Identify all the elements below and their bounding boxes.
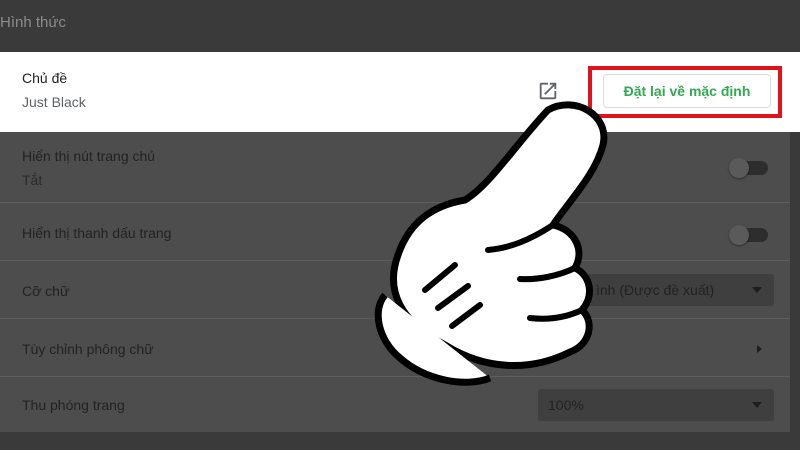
show-home-button-status: Tắt <box>22 172 43 188</box>
show-home-button-toggle[interactable] <box>729 158 768 178</box>
show-bookmarks-bar-label: Hiển thị thanh dấu trang <box>22 225 172 241</box>
appearance-section-header: Hình thức <box>0 0 800 50</box>
page-zoom-dropdown[interactable]: 100% <box>538 389 774 421</box>
chevron-down-icon <box>752 402 762 408</box>
theme-value: Just Black <box>22 94 86 110</box>
hand-pointer-icon <box>374 101 608 386</box>
section-title: Hình thức <box>0 14 66 31</box>
toggle-knob <box>729 158 749 178</box>
font-size-label: Cỡ chữ <box>22 283 70 299</box>
customize-fonts-label: Tùy chỉnh phông chữ <box>22 341 154 357</box>
show-bookmarks-bar-toggle[interactable] <box>729 225 768 245</box>
page-zoom-selected: 100% <box>548 397 584 413</box>
theme-label: Chủ đề <box>22 70 68 86</box>
toggle-knob <box>729 225 749 245</box>
show-home-button-label: Hiển thị nút trang chủ <box>22 148 156 164</box>
chevron-right-icon[interactable] <box>757 345 762 353</box>
chevron-down-icon <box>752 287 762 293</box>
page-zoom-label: Thu phóng trang <box>22 397 125 413</box>
